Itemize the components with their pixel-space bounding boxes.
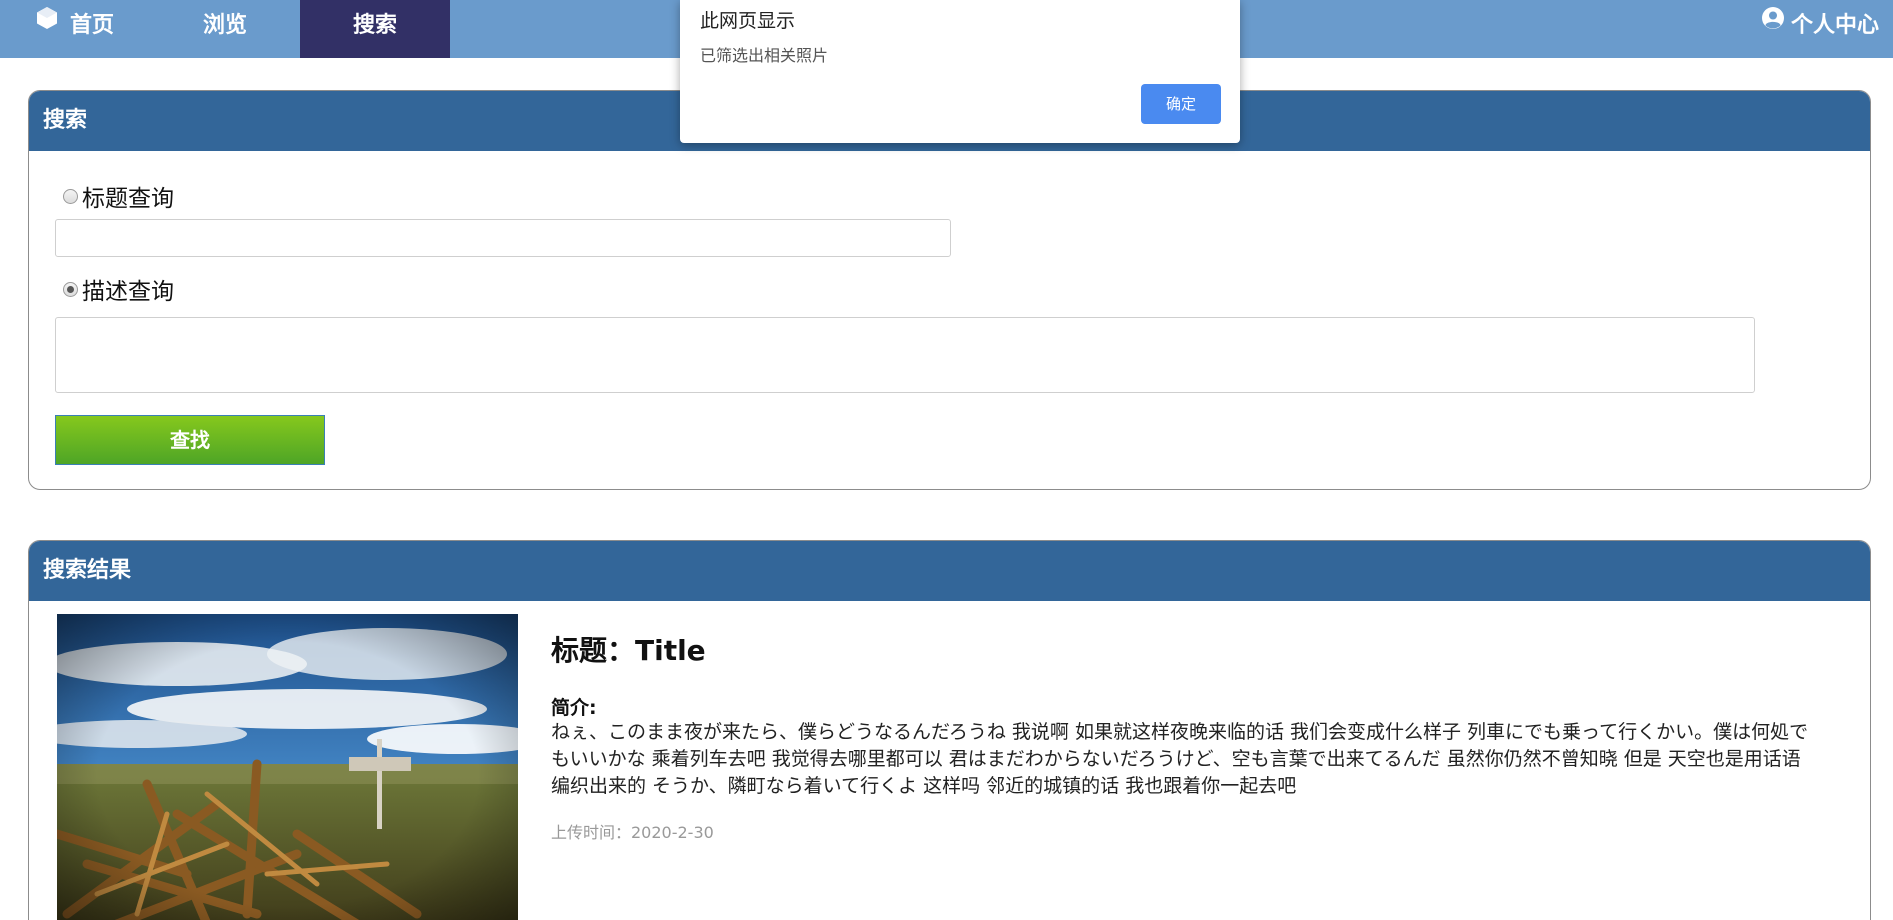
result-photo[interactable] xyxy=(57,614,518,920)
result-title: 标题：Title xyxy=(551,634,706,667)
title-query-radio[interactable] xyxy=(63,188,78,204)
nav-search-label: 搜索 xyxy=(352,13,397,38)
user-circle-icon xyxy=(1761,0,1785,50)
desc-query-textarea[interactable] xyxy=(55,317,1755,393)
nav-home-label: 首页 xyxy=(69,13,114,38)
title-query-input[interactable] xyxy=(55,219,951,257)
result-desc-label: 简介: xyxy=(551,697,597,719)
title-query-option[interactable]: 标题查询 xyxy=(63,179,174,213)
desc-query-radio[interactable] xyxy=(63,281,78,297)
result-description: ねぇ、このまま夜が来たら、僕らどうなるんだろうね 我说啊 如果就这样夜晚来临的话… xyxy=(551,721,1809,797)
nav-user-center[interactable]: 个人中心 xyxy=(1729,0,1879,58)
desc-query-label: 描述查询 xyxy=(82,279,174,305)
result-panel-title: 搜索结果 xyxy=(29,541,1870,601)
find-button[interactable]: 查找 xyxy=(55,415,325,465)
dialog-message: 已筛选出相关照片 xyxy=(700,46,829,65)
dialog-title: 此网页显示 xyxy=(700,10,796,32)
result-panel: 搜索结果 标题：Title 简介: ねぇ、このまま夜が来たら、僕らどうなるんだろ… xyxy=(28,540,1871,920)
alert-dialog: 此网页显示 已筛选出相关照片 确定 xyxy=(680,0,1240,143)
desc-query-option[interactable]: 描述查询 xyxy=(63,272,174,306)
nav-search[interactable]: 搜索 xyxy=(300,0,450,58)
result-upload-time: 上传时间：2020-2-30 xyxy=(551,823,714,842)
nav-browse[interactable]: 浏览 xyxy=(150,0,300,58)
nav-home[interactable]: 首页 xyxy=(0,0,150,58)
hexagon-logo-icon xyxy=(36,0,58,50)
search-panel: 搜索 标题查询 描述查询 查找 xyxy=(28,90,1871,490)
dialog-ok-button[interactable]: 确定 xyxy=(1141,84,1221,124)
nav-browse-label: 浏览 xyxy=(202,13,247,38)
title-query-label: 标题查询 xyxy=(82,186,174,212)
nav-user-label: 个人中心 xyxy=(1790,13,1879,38)
